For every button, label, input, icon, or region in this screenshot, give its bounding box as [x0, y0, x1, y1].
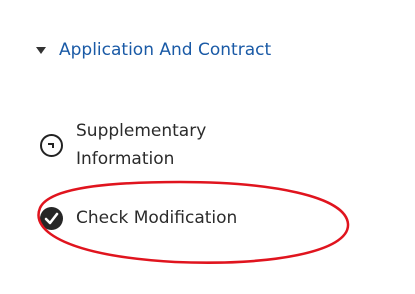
step-check-modification[interactable]: Check Modification: [40, 204, 237, 232]
section-title: Application And Contract: [59, 40, 272, 60]
check-circle-icon: [40, 206, 63, 230]
step-supplementary-information[interactable]: Supplementary Information: [40, 117, 276, 173]
pending-step-icon: [40, 133, 63, 157]
step-label: Supplementary Information: [76, 121, 207, 169]
step-label: Check Modification: [76, 208, 238, 228]
caret-down-icon[interactable]: [36, 47, 46, 54]
step-navigation: Application And Contract Supplementary I…: [0, 0, 415, 294]
section-header-application-and-contract[interactable]: Application And Contract: [36, 40, 271, 60]
